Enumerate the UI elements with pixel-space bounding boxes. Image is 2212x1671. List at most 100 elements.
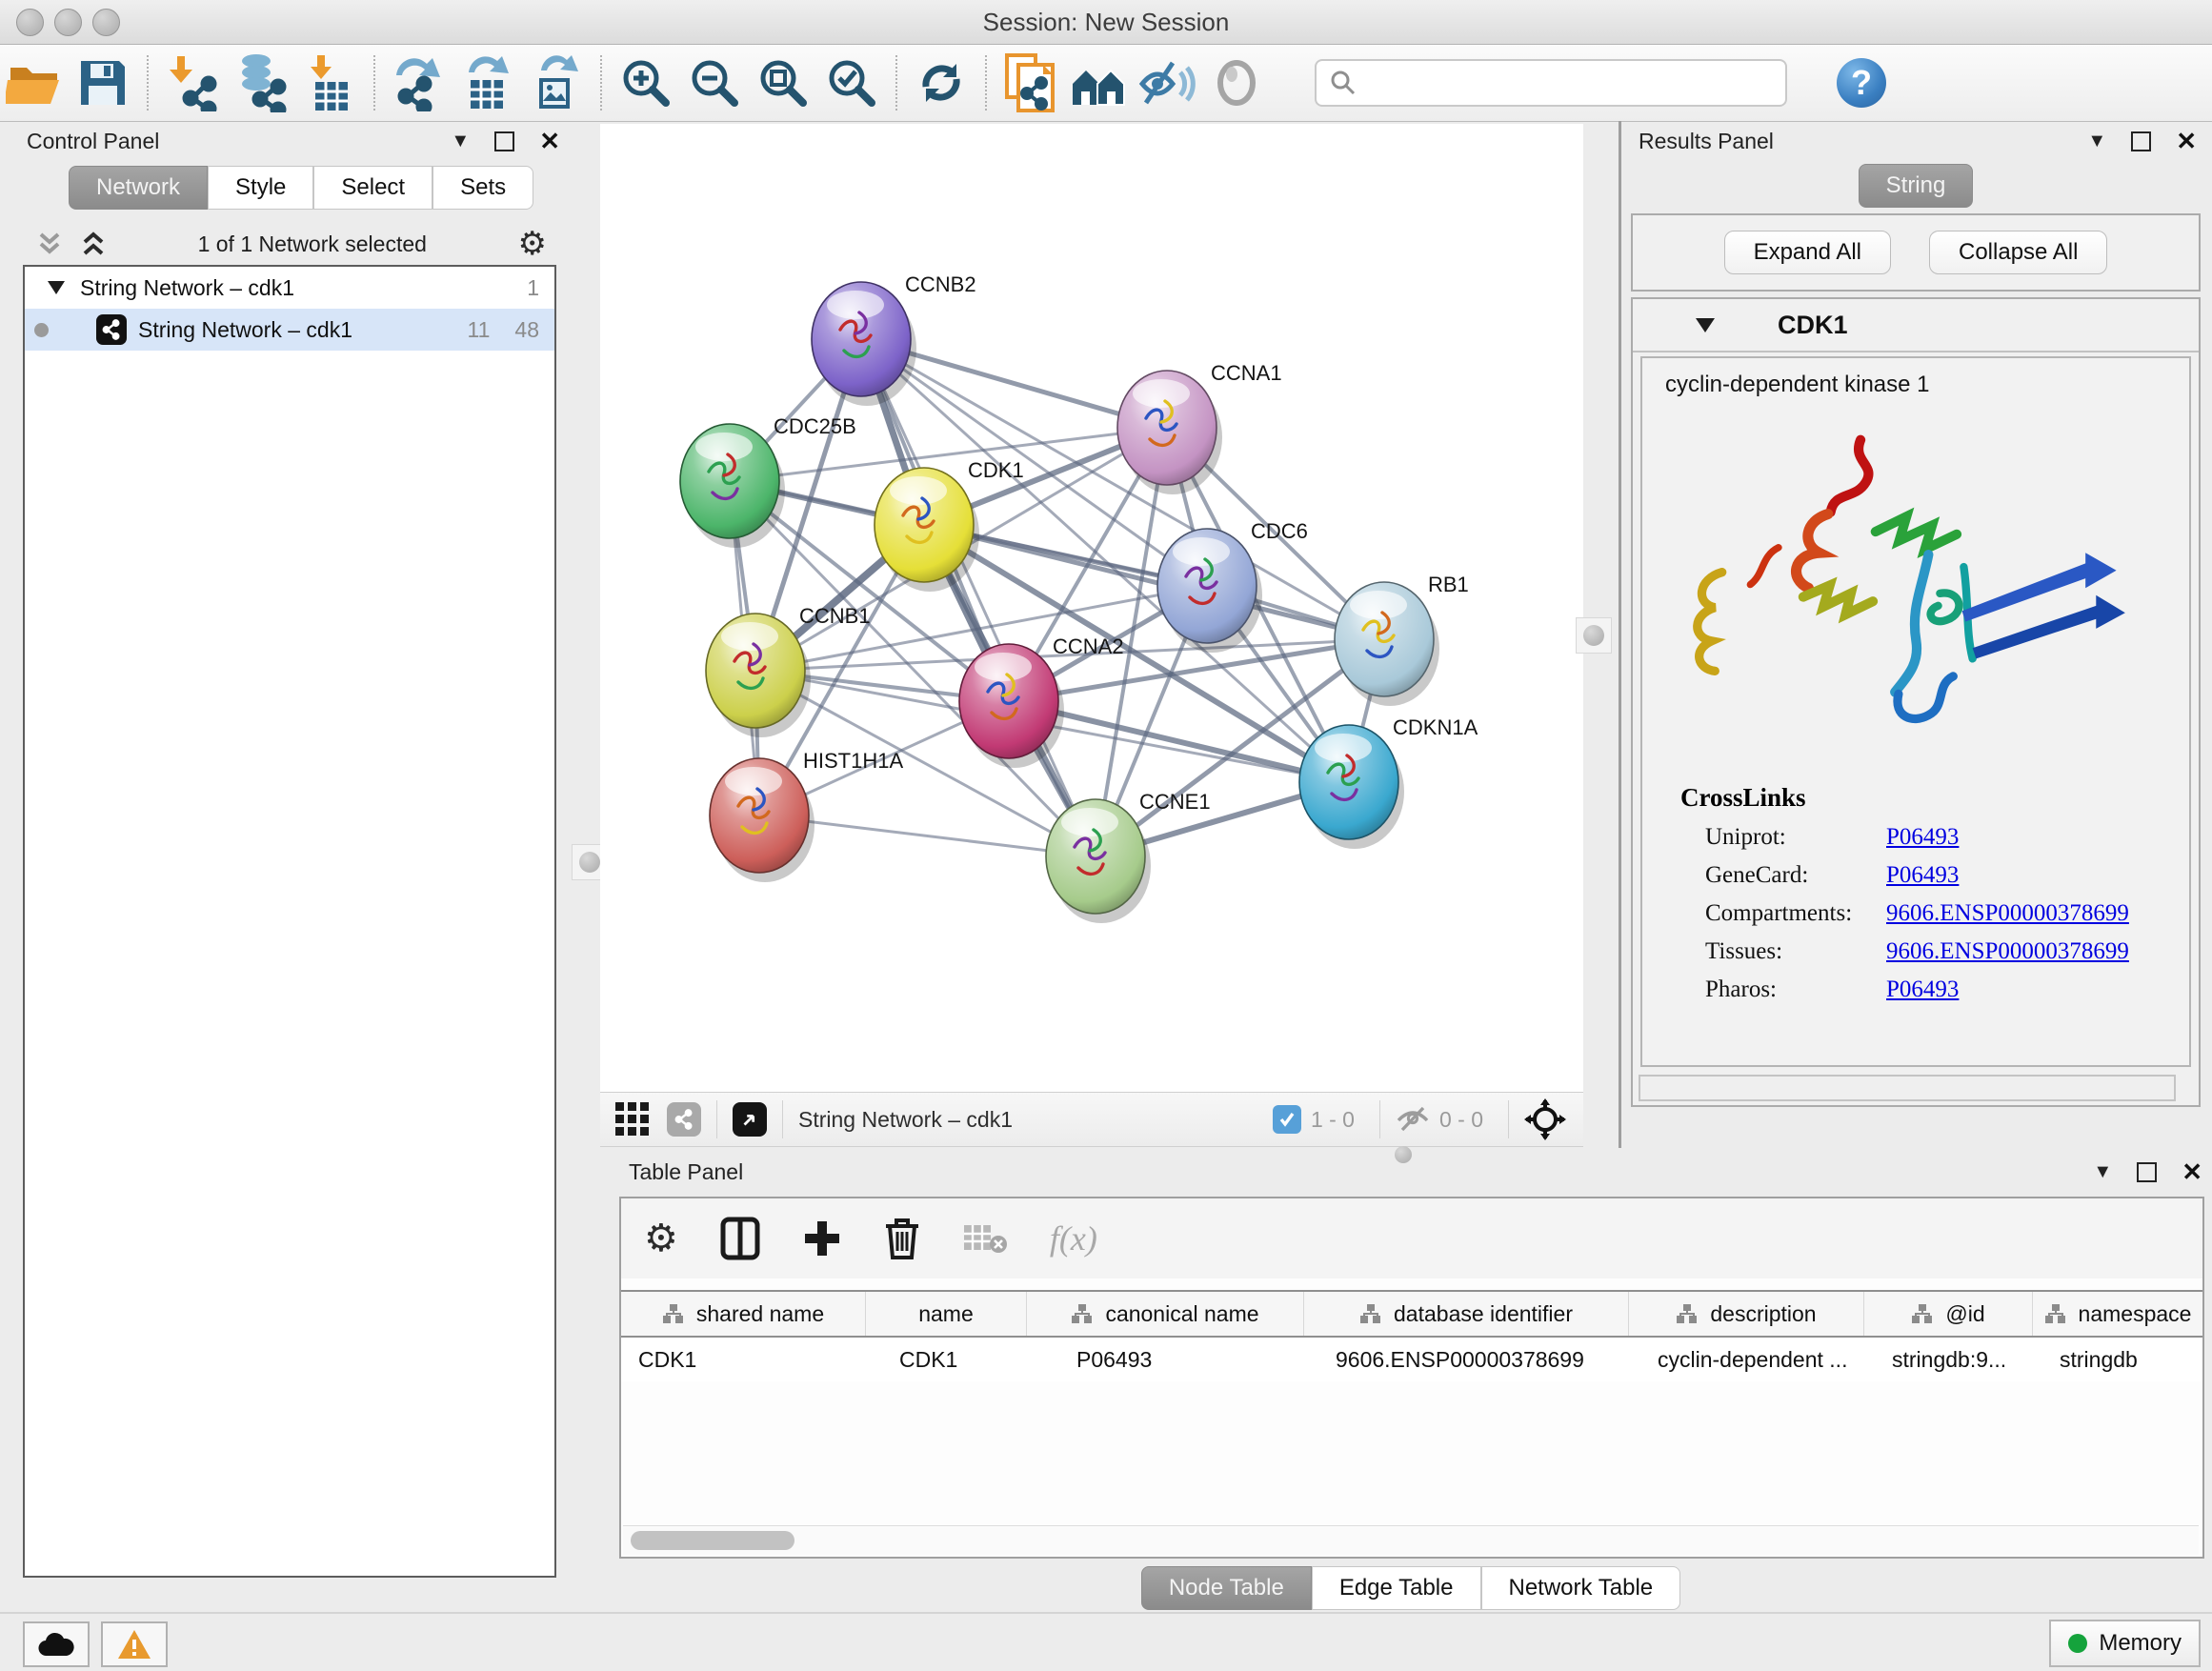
share-view-icon[interactable] [667,1102,701,1137]
expand-all-icon[interactable] [80,230,107,258]
folder-open-icon [6,56,63,110]
tab-network-table[interactable]: Network Table [1481,1566,1681,1610]
network-node-CDC25B[interactable]: CDC25B [680,414,856,548]
network-edge[interactable] [924,525,1384,639]
tree-expander-icon[interactable] [48,281,65,294]
import-table-button[interactable] [295,52,364,113]
string-network-file-button[interactable] [996,52,1065,113]
network-node-CCNE1[interactable]: CCNE1 [1046,790,1211,923]
crosslink-link[interactable]: 9606.ENSP00000378699 [1886,900,2129,927]
selected-checkbox-icon[interactable] [1273,1105,1301,1134]
zoom-fit-button[interactable] [749,52,817,113]
import-network-file-button[interactable] [158,52,227,113]
eye-disabled-button[interactable] [1202,52,1271,113]
crosslink-link[interactable]: P06493 [1886,976,1959,1003]
network-node-CCNB2[interactable]: CCNB2 [812,272,976,406]
tab-node-table[interactable]: Node Table [1141,1566,1312,1610]
expand-all-button[interactable]: Expand All [1724,231,1891,274]
crosshair-move-icon[interactable] [1524,1098,1566,1140]
crosslink-link[interactable]: P06493 [1886,824,1959,851]
hide-unhide-button[interactable] [1134,52,1202,113]
collapse-all-button[interactable]: Collapse All [1929,231,2107,274]
right-splitter-handle[interactable] [1576,617,1612,654]
apply-layout-button[interactable] [907,52,975,113]
network-node-CDC6[interactable]: CDC6 [1157,519,1308,653]
export-table-button[interactable] [453,52,522,113]
panel-float-icon[interactable] [2131,131,2151,151]
column-header[interactable]: canonical name [1027,1292,1304,1336]
column-header[interactable]: description [1629,1292,1864,1336]
column-header[interactable]: shared name [621,1292,866,1336]
home-button[interactable] [1065,52,1134,113]
column-header[interactable]: database identifier [1304,1292,1629,1336]
toolbar-search[interactable] [1315,59,1787,107]
panel-float-icon[interactable] [494,131,514,151]
warnings-button[interactable] [101,1621,168,1667]
save-session-button[interactable] [69,52,137,113]
add-column-icon[interactable] [802,1218,842,1258]
refresh-arrows-icon [915,56,968,110]
toolbar-separator [895,55,897,111]
crosslink-link[interactable]: P06493 [1886,862,1959,889]
table-gear-icon[interactable]: ⚙ [644,1219,678,1258]
tab-edge-table[interactable]: Edge Table [1312,1566,1481,1610]
section-expander-icon[interactable] [1696,318,1715,332]
search-input[interactable] [1366,70,1770,96]
open-session-button[interactable] [0,52,69,113]
houses-icon [1069,57,1130,109]
table-row[interactable]: CDK1 CDK1 P06493 9606.ENSP00000378699 cy… [621,1338,2202,1381]
column-header[interactable]: name [866,1292,1027,1336]
network-node-CDKN1A[interactable]: CDKN1A [1299,715,1478,849]
panel-menu-icon[interactable]: ▼ [2093,1161,2112,1183]
panel-divider [1619,121,1621,1148]
network-collection-row[interactable]: String Network – cdk1 1 [25,267,554,309]
delete-column-icon[interactable] [884,1217,920,1260]
grid-view-icon[interactable] [613,1100,652,1138]
network-edge[interactable] [861,339,1096,856]
collapse-all-icon[interactable] [36,230,63,258]
node-count: 11 [468,317,491,343]
network-canvas[interactable]: CCNB2 CCNA1 CDC25B CDK1 CDC6RB1 CCNB1 CCNA2 CDK… [600,124,1583,1092]
zoom-in-button[interactable] [612,52,680,113]
network-node-CCNB1[interactable]: CCNB1 [706,604,871,737]
table-hscrollbar[interactable] [623,1525,2199,1555]
column-header[interactable]: namespace [2033,1292,2202,1336]
import-network-database-button[interactable] [227,52,295,113]
show-columns-icon[interactable] [720,1217,760,1260]
tab-select[interactable]: Select [313,166,432,210]
export-network-button[interactable] [385,52,453,113]
tab-network[interactable]: Network [69,166,208,210]
panel-close-icon[interactable]: ✕ [2176,127,2197,156]
network-node-HIST1H1A[interactable]: HIST1H1A [710,749,903,882]
zoom-selected-button[interactable] [817,52,886,113]
birdseye-view-icon[interactable] [733,1102,767,1137]
export-image-button[interactable] [522,52,591,113]
crosslink-link[interactable]: 9606.ENSP00000378699 [1886,938,2129,965]
panel-close-icon[interactable]: ✕ [2182,1158,2202,1187]
gear-icon[interactable]: ⚙ [518,228,547,260]
cloud-button[interactable] [23,1621,90,1667]
panel-float-icon[interactable] [2137,1162,2157,1182]
panel-menu-icon[interactable]: ▼ [2087,131,2106,152]
scrollbar-thumb[interactable] [631,1531,794,1550]
network-node-CCNA1[interactable]: CCNA1 [1117,361,1282,494]
node-label: CCNB2 [905,272,976,296]
network-node-RB1[interactable]: RB1 [1335,573,1469,706]
panel-close-icon[interactable]: ✕ [539,127,560,156]
help-button[interactable]: ? [1837,58,1886,108]
network-row[interactable]: String Network – cdk1 11 48 [25,309,554,351]
string-share-icon [96,314,127,345]
table-tabs: Node Table Edge Table Network Table [610,1566,2212,1610]
panel-menu-icon[interactable]: ▼ [451,131,470,152]
network-node-CCNA2[interactable]: CCNA2 [959,634,1124,768]
node-label: CDK1 [968,458,1024,482]
zoom-out-button[interactable] [680,52,749,113]
gene-section-header[interactable]: CDK1 [1633,299,2199,352]
tab-sets[interactable]: Sets [432,166,533,210]
column-header[interactable]: @id [1864,1292,2033,1336]
memory-button[interactable]: Memory [2049,1620,2201,1667]
results-panel-title: Results Panel [1639,129,2087,154]
tab-style[interactable]: Style [208,166,313,210]
tab-string[interactable]: String [1859,164,1974,208]
network-document-icon [1003,51,1058,114]
